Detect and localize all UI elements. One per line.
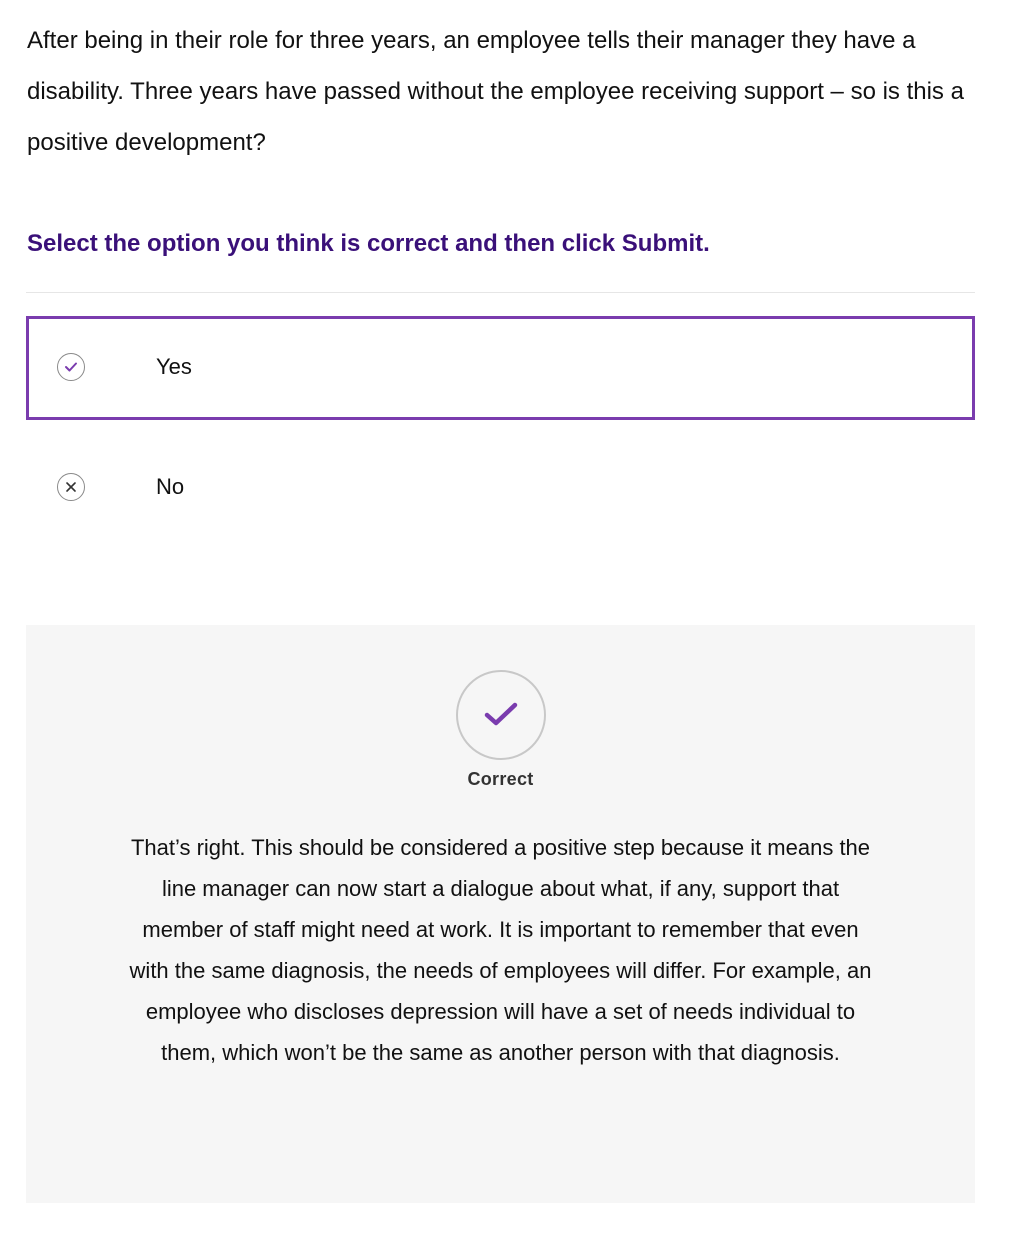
option-yes-label: Yes xyxy=(156,354,192,379)
instruction-text: Select the option you think is correct a… xyxy=(27,230,710,257)
option-no-label: No xyxy=(156,474,185,499)
correct-check-icon xyxy=(456,670,546,760)
option-yes[interactable]: Yes xyxy=(26,316,975,420)
feedback-status: Correct xyxy=(467,769,534,789)
question-text: After being in their role for three year… xyxy=(27,27,964,156)
option-no[interactable]: No xyxy=(26,436,975,540)
check-icon xyxy=(57,353,85,381)
divider xyxy=(26,292,975,293)
feedback-explanation: That’s right. This should be considered … xyxy=(129,835,872,1065)
x-icon xyxy=(57,473,85,501)
feedback-panel: Correct That’s right. This should be con… xyxy=(26,625,975,1203)
